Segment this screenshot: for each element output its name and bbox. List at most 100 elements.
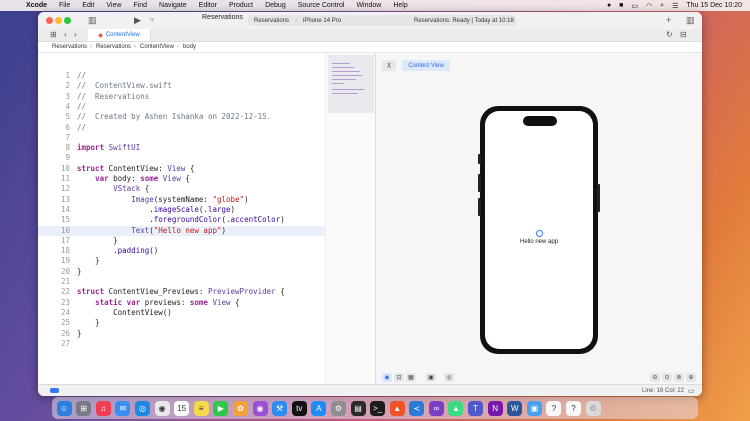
forward-icon[interactable]: › — [74, 29, 77, 40]
code-text[interactable]: // — [77, 71, 86, 81]
menu-source-control[interactable]: Source Control — [298, 2, 345, 9]
code-text[interactable]: } — [77, 267, 82, 277]
code-text[interactable]: .foregroundColor(.accentColor) — [77, 215, 284, 225]
app-menu[interactable]: Xcode — [26, 2, 47, 9]
code-line[interactable]: 3 // Reservations — [38, 92, 325, 102]
pin-icon[interactable]: ⊼ — [382, 60, 396, 71]
back-icon[interactable]: ‹ — [64, 29, 67, 40]
brave-icon[interactable]: ▲ — [389, 400, 405, 416]
breadcrumb-project[interactable]: Reservations — [52, 44, 87, 50]
terminal-icon[interactable]: >_ — [370, 400, 386, 416]
xcode-icon[interactable]: ⚒ — [272, 400, 288, 416]
zoom-in-icon[interactable]: ⊕ — [686, 373, 696, 382]
code-text[interactable]: // Reservations — [77, 92, 149, 102]
code-text[interactable]: } — [77, 318, 100, 328]
code-line[interactable]: 19 } — [38, 256, 325, 266]
zoom-fit-icon[interactable]: ⊙ — [662, 373, 672, 382]
notes-icon[interactable]: ≡ — [193, 400, 209, 416]
code-text[interactable]: static var previews: some View { — [77, 298, 240, 308]
facetime-icon[interactable]: ▶ — [213, 400, 229, 416]
code-text[interactable]: // Created by Ashen Ishanka on 2022-12-1… — [77, 112, 271, 122]
help-icon[interactable]: ? — [546, 400, 562, 416]
add-icon[interactable]: + — [666, 15, 671, 26]
code-text[interactable]: Text("Hello new app") — [77, 226, 226, 236]
code-line[interactable]: 1 // — [38, 71, 325, 81]
stop-icon[interactable]: ■ — [619, 2, 623, 9]
word-icon[interactable]: W — [507, 400, 523, 416]
launchpad-icon[interactable]: ⊞ — [76, 400, 92, 416]
variants-icon[interactable]: ▦ — [406, 373, 416, 382]
code-text[interactable]: ContentView() — [77, 308, 172, 318]
code-line[interactable]: 12 VStack { — [38, 184, 325, 194]
app-store-icon[interactable]: A — [311, 400, 327, 416]
code-line[interactable]: 17 } — [38, 236, 325, 246]
onenote-icon[interactable]: N — [487, 400, 503, 416]
android-icon[interactable]: ▲ — [448, 400, 464, 416]
control-center-icon[interactable]: ☰ — [672, 2, 678, 10]
code-line[interactable]: 20} — [38, 267, 325, 277]
code-text[interactable]: struct ContentView_Previews: PreviewProv… — [77, 287, 285, 297]
device-settings-icon[interactable]: ▣ — [426, 373, 436, 382]
code-line[interactable]: 27 — [38, 339, 325, 349]
debug-area-toggle[interactable] — [50, 388, 59, 393]
split-editor-icon[interactable]: ⊟ — [680, 29, 687, 40]
toggle-panel-icon[interactable]: ▭ — [688, 386, 695, 396]
code-line[interactable]: 10 struct ContentView: View { — [38, 164, 325, 174]
code-line[interactable]: 16 Text("Hello new app") — [38, 225, 325, 236]
code-text[interactable]: } — [77, 329, 82, 339]
code-line[interactable]: 6 // — [38, 123, 325, 133]
code-line[interactable]: 26} — [38, 329, 325, 339]
code-line[interactable]: 21 — [38, 277, 325, 287]
appletv-icon[interactable]: tv — [291, 400, 307, 416]
teams-icon[interactable]: T — [468, 400, 484, 416]
code-line[interactable]: 25 } — [38, 318, 325, 328]
code-text[interactable]: .padding() — [77, 246, 158, 256]
code-text[interactable]: .imageScale(.large) — [77, 205, 235, 215]
mail-icon[interactable]: ✉ — [115, 400, 131, 416]
code-text[interactable]: } — [77, 236, 118, 246]
zoom-window-button[interactable] — [64, 17, 71, 24]
related-items-icon[interactable]: ⊞ — [50, 29, 57, 40]
tab-contentview[interactable]: ◆ ContentView — [88, 29, 151, 41]
code-line[interactable]: 7 — [38, 133, 325, 143]
vscode-icon[interactable]: ≺ — [409, 400, 425, 416]
menu-navigate[interactable]: Navigate — [159, 2, 187, 9]
code-line[interactable]: 5 // Created by Ashen Ishanka on 2022-12-… — [38, 112, 325, 122]
menu-editor[interactable]: Editor — [199, 2, 217, 9]
menu-find[interactable]: Find — [133, 2, 147, 9]
menu-edit[interactable]: Edit — [82, 2, 94, 9]
zoom-out-icon[interactable]: ⊖ — [650, 373, 660, 382]
selectable-icon[interactable]: ⊡ — [394, 373, 404, 382]
code-line[interactable]: 11 var body: some View { — [38, 174, 325, 184]
code-text[interactable]: Image(systemName: "globe") — [77, 195, 248, 205]
breadcrumb-folder[interactable]: Reservations — [96, 44, 131, 50]
destination-device[interactable]: iPhone 14 Pro — [303, 18, 341, 24]
menu-view[interactable]: View — [106, 2, 121, 9]
safari-icon[interactable]: ◎ — [134, 400, 150, 416]
menu-help[interactable]: Help — [393, 2, 407, 9]
podcasts-icon[interactable]: ◉ — [252, 400, 268, 416]
code-line[interactable]: 14 .imageScale(.large) — [38, 205, 325, 215]
menu-product[interactable]: Product — [229, 2, 253, 9]
record-icon[interactable]: ● — [607, 2, 611, 9]
code-line[interactable]: 22 struct ContentView_Previews: PreviewPr… — [38, 287, 325, 297]
sidebar-toggle-icon[interactable]: ▥ — [88, 15, 97, 26]
code-editor[interactable]: 1 // 2 // ContentView.swift 3 // Reservations… — [38, 53, 325, 384]
code-line[interactable]: 13 Image(systemName: "globe") — [38, 195, 325, 205]
device-icon[interactable]: ◎ — [444, 373, 454, 382]
trash-icon[interactable]: ♲ — [585, 400, 601, 416]
close-window-button[interactable] — [46, 17, 53, 24]
minimap[interactable] — [325, 53, 375, 384]
code-text[interactable]: struct ContentView: View { — [77, 164, 194, 174]
breadcrumb-file[interactable]: ContentView — [140, 44, 174, 50]
code-line[interactable]: 2 // ContentView.swift — [38, 81, 325, 91]
menu-file[interactable]: File — [59, 2, 70, 9]
preview-chip[interactable]: Content View — [402, 60, 450, 71]
code-text[interactable]: var body: some View { — [77, 174, 190, 184]
photos-icon[interactable]: ✿ — [232, 400, 248, 416]
code-text[interactable]: } — [77, 256, 100, 266]
minimize-window-button[interactable] — [55, 17, 62, 24]
code-text[interactable]: // ContentView.swift — [77, 81, 172, 91]
zoom-actual-icon[interactable]: ⊚ — [674, 373, 684, 382]
finder-icon[interactable]: ☺ — [56, 400, 72, 416]
